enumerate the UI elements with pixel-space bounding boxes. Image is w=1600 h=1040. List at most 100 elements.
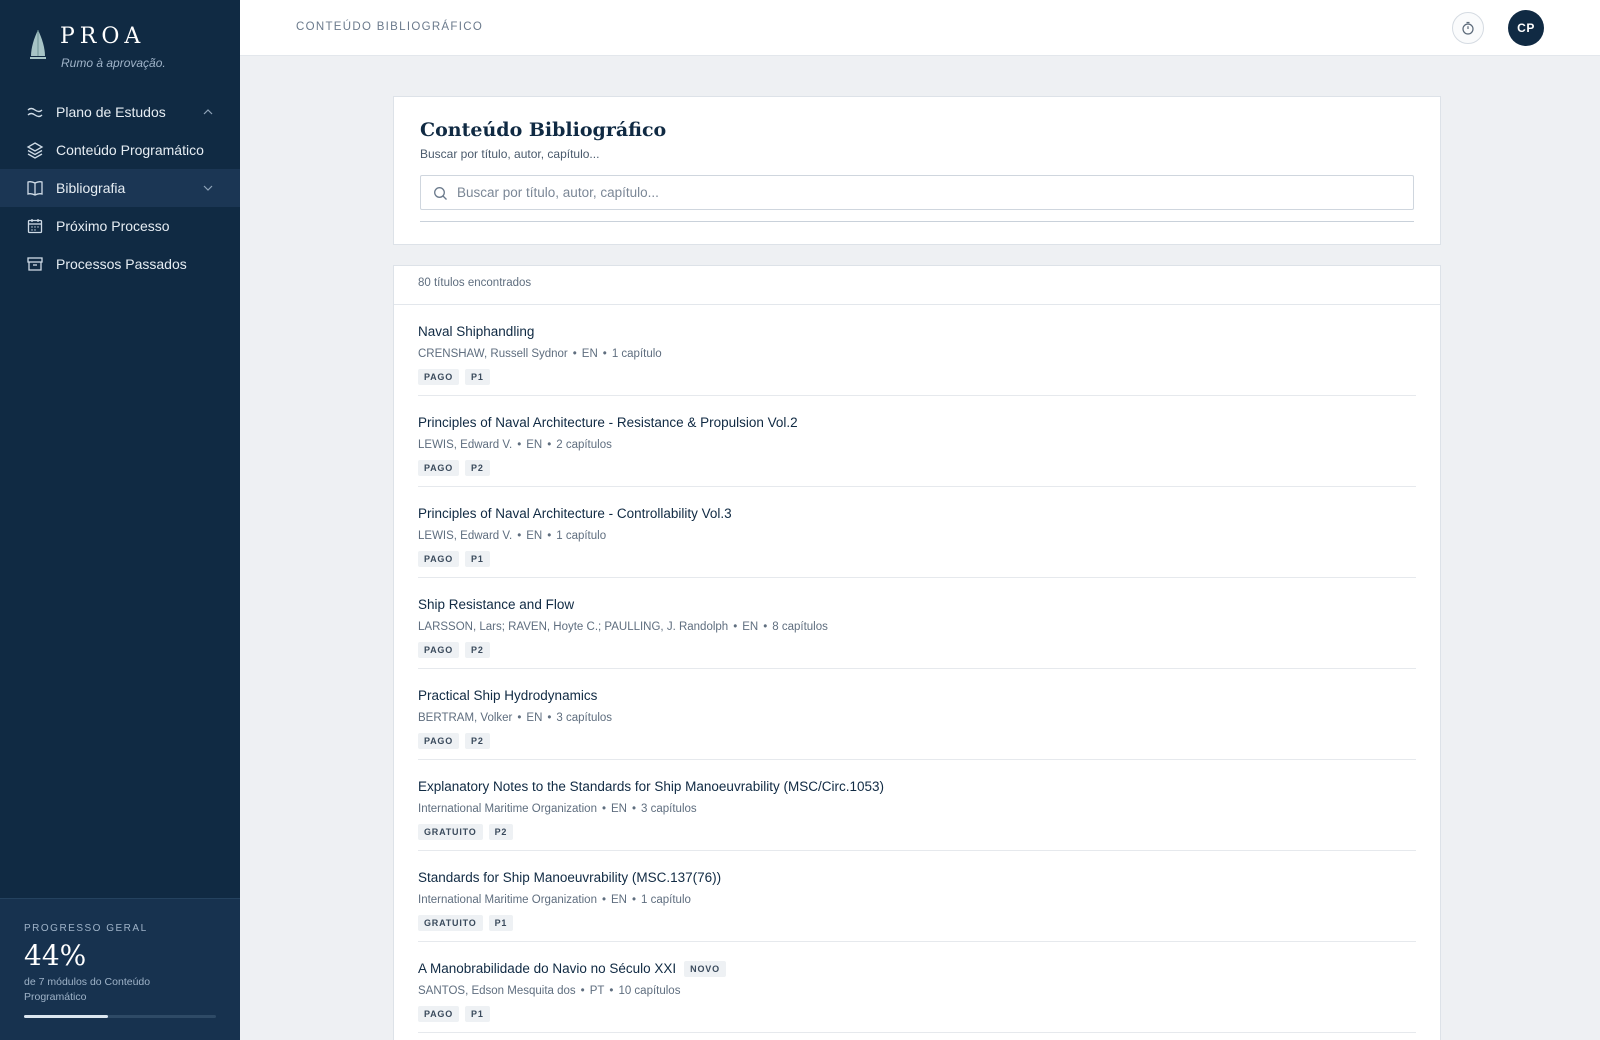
sidebar-item-conteudo-programatico[interactable]: Conteúdo Programático — [0, 131, 240, 169]
item-chapters: 3 capítulos — [556, 712, 613, 724]
user-avatar[interactable]: CP — [1508, 10, 1544, 46]
sidebar-item-label: Plano de Estudos — [56, 104, 166, 120]
search-field[interactable] — [420, 175, 1414, 210]
item-tags: PAGO P1 — [418, 369, 490, 385]
item-title[interactable]: Practical Ship Hydrodynamics — [418, 688, 597, 703]
tag-badge: P2 — [465, 642, 490, 658]
item-title-text: Explanatory Notes to the Standards for S… — [418, 779, 884, 794]
item-author: LEWIS, Edward V. — [418, 530, 513, 542]
tag-badge: PAGO — [418, 733, 460, 749]
item-title[interactable]: A Manobrabilidade do Navio no Século XXI… — [418, 961, 726, 977]
breadcrumb: CONTEÚDO BIBLIOGRÁFICO — [296, 21, 484, 33]
chevron-up-icon[interactable] — [202, 106, 214, 118]
list-item[interactable]: A Manobrabilidade do Navio no Século XXI… — [418, 942, 1416, 1033]
list-item[interactable]: Principles of Naval Architecture - Contr… — [418, 487, 1416, 578]
item-chapters: 10 capítulos — [618, 985, 681, 997]
progress-value: 44% — [24, 939, 87, 972]
item-title[interactable]: Principles of Naval Architecture - Contr… — [418, 506, 732, 521]
item-language: EN — [581, 348, 598, 360]
item-title[interactable]: Principles of Naval Architecture - Resis… — [418, 415, 798, 430]
tag-badge: PAGO — [418, 369, 460, 385]
search-icon — [434, 187, 447, 200]
progress-description: de 7 módulos do Conteúdo Programático — [24, 976, 151, 1003]
item-author: SANTOS, Edson Mesquita dos — [418, 985, 576, 997]
item-language: EN — [742, 621, 759, 633]
brand-tagline: Rumo à aprovação. — [61, 56, 166, 70]
item-language: EN — [611, 803, 627, 815]
tag-badge: P2 — [465, 733, 490, 749]
results-list: Naval Shiphandling CRENSHAW, Russell Sydn… — [418, 305, 1416, 1033]
item-title[interactable]: Naval Shiphandling — [418, 324, 534, 339]
list-item[interactable]: Naval Shiphandling CRENSHAW, Russell Sydn… — [418, 305, 1416, 396]
item-language: EN — [526, 439, 543, 451]
item-meta: LEWIS, Edward V. • EN • 2 capítulos — [418, 439, 612, 451]
list-item[interactable]: Explanatory Notes to the Standards for S… — [418, 760, 1416, 851]
calendar-icon — [26, 217, 44, 235]
brand[interactable]: PROA Rumo à aprovação. — [28, 24, 228, 74]
timer-button[interactable] — [1452, 12, 1484, 44]
item-language: EN — [526, 712, 543, 724]
sidebar-item-processos-passados[interactable]: Processos Passados — [0, 245, 240, 283]
sidebar-item-bibliografia[interactable]: Bibliografia — [0, 169, 240, 207]
separator-dot: • — [572, 348, 577, 360]
separator-dot: • — [763, 621, 768, 633]
separator-dot: • — [609, 985, 614, 997]
item-author: International Maritime Organization — [418, 894, 597, 906]
item-tags: PAGO P2 — [418, 460, 490, 476]
tag-badge: P2 — [465, 460, 490, 476]
tag-badge: GRATUITO — [418, 915, 483, 931]
page-title: Conteúdo Bibliográfico — [420, 119, 667, 141]
item-title-text: Naval Shiphandling — [418, 324, 535, 339]
tag-badge: P1 — [465, 369, 490, 385]
sidebar-item-label: Processos Passados — [56, 256, 187, 272]
sidebar-item-proximo-processo[interactable]: Próximo Processo — [0, 207, 240, 245]
item-title[interactable]: Explanatory Notes to the Standards for S… — [418, 779, 884, 794]
search-card: Conteúdo Bibliográfico Buscar por título… — [393, 96, 1441, 245]
item-meta: International Maritime Organization • EN • 3… — [418, 803, 697, 815]
item-title-text: Standards for Ship Manoeuvrability (MSC.… — [418, 870, 722, 885]
list-item[interactable]: Practical Ship Hydrodynamics BERTRAM, Vol… — [418, 669, 1416, 760]
item-meta: International Maritime Organization • EN • 1… — [418, 894, 691, 906]
item-meta: CRENSHAW, Russell Sydnor • EN • 1 capítulo — [418, 348, 662, 360]
item-tags: PAGO P1 — [418, 1006, 490, 1022]
search-input[interactable] — [457, 176, 1407, 209]
item-tags: GRATUITO P2 — [418, 824, 514, 840]
item-title[interactable]: Standards for Ship Manoeuvrability (MSC.… — [418, 870, 721, 885]
list-item[interactable]: Standards for Ship Manoeuvrability (MSC.… — [418, 851, 1416, 942]
tag-badge: P2 — [488, 824, 514, 840]
separator-dot: • — [602, 348, 607, 360]
separator-dot: • — [733, 621, 738, 633]
archive-icon — [26, 255, 44, 273]
progress-label: PROGRESSO GERAL — [24, 923, 148, 934]
item-chapters: 3 capítulos — [641, 803, 697, 815]
item-author: BERTRAM, Volker — [418, 712, 513, 724]
layers-icon — [26, 141, 44, 159]
list-item[interactable]: Principles of Naval Architecture - Resis… — [418, 396, 1416, 487]
item-chapters: 1 capítulo — [611, 348, 662, 360]
item-title[interactable]: Ship Resistance and Flow — [418, 597, 574, 612]
list-item[interactable]: Ship Resistance and Flow LARSSON, Lars; R… — [418, 578, 1416, 669]
item-author: International Maritime Organization — [418, 803, 597, 815]
sidebar-item-label: Conteúdo Programático — [56, 142, 204, 158]
sail-logo-icon — [30, 30, 46, 59]
item-title-text: A Manobrabilidade do Navio no Século XXI — [418, 961, 677, 976]
sidebar-item-plano-de-estudos[interactable]: Plano de Estudos — [0, 93, 240, 131]
item-title-text: Practical Ship Hydrodynamics — [418, 688, 598, 703]
tag-badge: PAGO — [418, 642, 460, 658]
separator-dot: • — [517, 439, 522, 451]
results-panel: 80 títulos encontrados Naval Shiphandlin… — [393, 265, 1441, 1040]
item-meta: LEWIS, Edward V. • EN • 1 capítulo — [418, 530, 606, 542]
separator-dot: • — [517, 712, 522, 724]
tag-badge: P1 — [488, 915, 514, 931]
chevron-down-icon[interactable] — [202, 182, 214, 194]
sidebar-nav: Plano de Estudos Conteúdo Programático Bib… — [0, 93, 240, 283]
tag-badge: GRATUITO — [418, 824, 483, 840]
separator-dot: • — [632, 803, 637, 815]
item-language: EN — [611, 894, 627, 906]
tag-badge: PAGO — [418, 1006, 460, 1022]
wave-icon — [26, 103, 44, 121]
tag-badge: PAGO — [418, 460, 460, 476]
separator-dot: • — [632, 894, 637, 906]
item-tags: GRATUITO P1 — [418, 915, 514, 931]
item-tags: PAGO P2 — [418, 642, 490, 658]
